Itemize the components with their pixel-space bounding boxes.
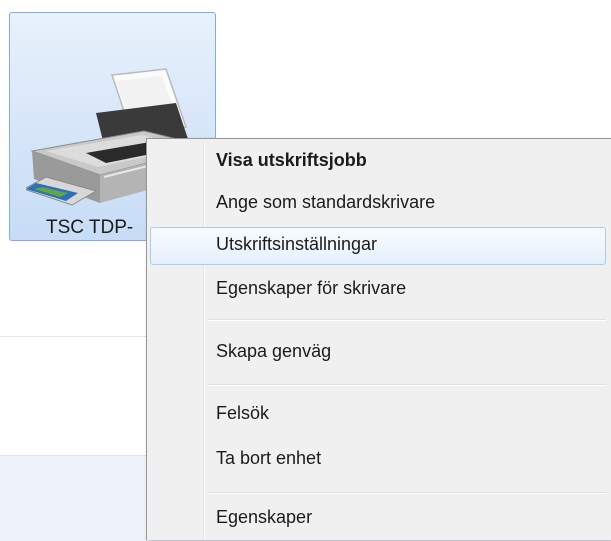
menu-item-label: Egenskaper för skrivare <box>216 278 407 298</box>
context-menu: Visa utskriftsjobb Ange som standardskri… <box>146 138 611 540</box>
menu-item-printer-properties[interactable]: Egenskaper för skrivare <box>150 271 606 309</box>
menu-item-label: Utskriftsinställningar <box>216 234 378 254</box>
menu-separator <box>208 319 606 321</box>
menu-item-label: Egenskaper <box>216 507 313 527</box>
menu-item-label: Ta bort enhet <box>216 448 322 468</box>
menu-item-set-default-printer[interactable]: Ange som standardskrivare <box>150 185 606 223</box>
menu-item-printing-preferences[interactable]: Utskriftsinställningar <box>150 227 606 265</box>
menu-item-remove-device[interactable]: Ta bort enhet <box>150 441 606 479</box>
menu-item-properties[interactable]: Egenskaper <box>150 500 606 538</box>
menu-item-label: Ange som standardskrivare <box>216 192 436 212</box>
menu-item-create-shortcut[interactable]: Skapa genväg <box>150 334 606 372</box>
menu-item-troubleshoot[interactable]: Felsök <box>150 396 606 434</box>
menu-item-label: Felsök <box>216 403 270 423</box>
menu-separator <box>208 492 606 494</box>
menu-item-label: Visa utskriftsjobb <box>216 150 367 170</box>
device-label: TSC TDP- <box>46 217 134 238</box>
menu-separator <box>208 384 606 386</box>
menu-item-view-print-jobs[interactable]: Visa utskriftsjobb <box>150 143 606 181</box>
menu-item-label: Skapa genväg <box>216 341 332 361</box>
